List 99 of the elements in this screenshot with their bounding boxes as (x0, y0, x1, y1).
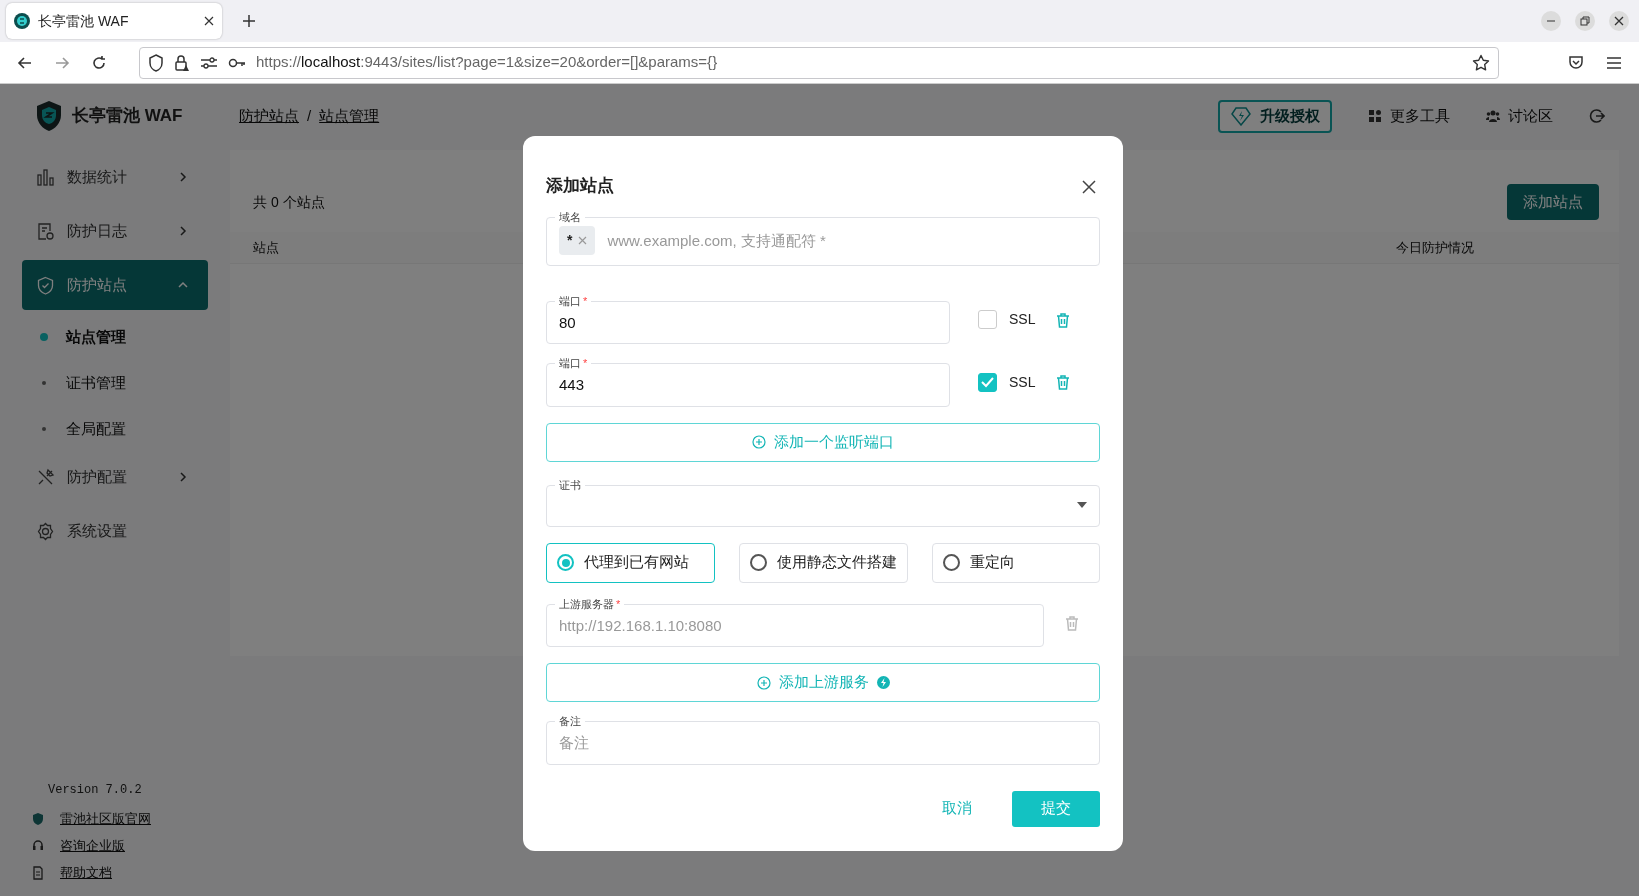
checkbox-label: SSL (1009, 310, 1036, 330)
url-text[interactable]: https://localhost:9443/sites/list?page=1&size=20&order=[]&params={} (256, 51, 1462, 74)
menu-icon (1606, 55, 1622, 70)
checkbox-label: SSL (1009, 372, 1036, 392)
radio-option[interactable]: 代理到已有网站 (546, 542, 715, 583)
browser-tab[interactable]: 长亭雷池 WAF (6, 3, 222, 39)
radio-option[interactable]: 重定向 (931, 542, 1100, 583)
grid-icon (1368, 109, 1382, 123)
add-upstream-button[interactable]: 添加上游服务 (546, 663, 1100, 702)
radio-icon (749, 554, 767, 571)
field-label: 域名 (558, 212, 582, 223)
submenu-item[interactable]: 证书管理 (22, 360, 208, 406)
domain-input[interactable]: www.example.com, 支持通配符 * (607, 225, 1087, 256)
field-label: 备注 (558, 716, 582, 727)
close-icon (1082, 179, 1096, 194)
version-text: Version 7.0.2 (47, 782, 143, 799)
submenu-item[interactable]: 站点管理 (22, 314, 208, 360)
lock-icon (174, 53, 190, 72)
field-label: 证书 (558, 479, 582, 491)
checkbox[interactable] (978, 372, 997, 392)
column-header: 今日防护情况 (1396, 238, 1475, 257)
dialog-title: 添加站点 (546, 175, 615, 197)
close-icon (1614, 16, 1624, 26)
radio-icon (557, 554, 574, 571)
upgrade-button[interactable]: 升级授权 (1218, 99, 1332, 133)
document-icon (36, 221, 55, 241)
shield-icon (148, 53, 164, 72)
plus-circle-icon (756, 675, 771, 690)
bullet-icon (42, 427, 46, 431)
cancel-button[interactable]: 取消 (922, 797, 992, 820)
gear-icon (36, 521, 55, 541)
people-icon (1486, 109, 1500, 123)
field-label: 端口 * (558, 295, 589, 307)
breadcrumb-separator: / (307, 105, 312, 126)
shield-icon (32, 811, 44, 826)
remark-field[interactable]: 备注 备注 (546, 716, 1100, 765)
add-site-button[interactable]: 添加站点 (1507, 184, 1599, 220)
restore-icon (1580, 16, 1590, 26)
star-icon[interactable] (1472, 53, 1490, 72)
radio-option[interactable]: 使用静态文件搭建 (738, 542, 908, 583)
trash-icon (1055, 311, 1072, 328)
bolt-badge-icon (876, 676, 890, 689)
bullet-icon (42, 381, 46, 385)
submenu-item[interactable]: 全局配置 (22, 406, 208, 452)
header-link[interactable]: 讨论区 (1472, 104, 1567, 128)
header-link[interactable]: 更多工具 (1354, 104, 1464, 128)
check-icon (981, 376, 994, 388)
plus-circle-icon (752, 435, 766, 449)
certificate-select[interactable]: 证书 (546, 479, 1100, 527)
sidebar-item[interactable]: 防护配置 (22, 452, 208, 502)
radio-icon (942, 554, 960, 571)
headset-icon (32, 838, 44, 853)
trash-icon (1055, 374, 1072, 391)
shield-logo-icon (36, 100, 62, 132)
diamond-bolt-icon (1230, 106, 1252, 126)
remark-input[interactable]: 备注 (559, 727, 1087, 758)
field-label: 端口 * (558, 358, 589, 369)
site-count: 共 0 个站点 (253, 192, 325, 212)
column-header: 站点 (253, 238, 279, 257)
brand-name: 长亭雷池 WAF (72, 105, 183, 128)
port-field[interactable]: 端口 * 443 (546, 358, 950, 407)
port-input[interactable]: 443 (559, 369, 937, 400)
add-port-button[interactable]: 添加一个监听端口 (546, 422, 1100, 462)
footer-link[interactable]: 咨询企业版 (32, 832, 208, 859)
sliders-icon (200, 55, 218, 70)
port-input[interactable]: 80 (559, 306, 937, 337)
sidebar-item[interactable]: 系统设置 (22, 506, 208, 556)
close-window-button[interactable] (1609, 11, 1629, 31)
reload-icon (90, 53, 108, 72)
sidebar-item[interactable]: 数据统计 (22, 152, 208, 202)
upstream-field[interactable]: 上游服务器 * http://192.168.1.10:8080 (546, 598, 1044, 647)
shield-check-icon (36, 275, 55, 295)
trash-icon (1064, 614, 1080, 631)
logout-icon (1589, 108, 1605, 124)
caret-down-icon (1077, 502, 1087, 508)
domain-field[interactable]: 域名 * www.example.com, 支持通配符 * (546, 212, 1100, 266)
document-icon (32, 865, 44, 880)
plus-icon (242, 14, 256, 28)
breadcrumb-link[interactable]: 防护站点 (239, 104, 299, 128)
breadcrumb-link[interactable]: 站点管理 (319, 104, 380, 128)
tools-icon (36, 467, 55, 487)
port-field[interactable]: 端口 * 80 (546, 295, 950, 344)
restore-button[interactable] (1575, 11, 1595, 31)
checkbox[interactable] (978, 310, 997, 330)
field-label: 上游服务器 * (558, 598, 622, 610)
favicon-icon (14, 13, 30, 29)
sidebar-item[interactable]: 防护站点 (22, 260, 208, 310)
bullet-icon (40, 333, 48, 341)
sidebar-item[interactable]: 防护日志 (22, 206, 208, 256)
key-icon (228, 56, 246, 69)
minimize-button[interactable] (1541, 11, 1561, 31)
footer-link[interactable]: 帮助文档 (32, 859, 208, 886)
domain-tag[interactable]: * (559, 225, 596, 255)
pocket-icon (1568, 54, 1584, 71)
bar-chart-icon (36, 167, 55, 187)
close-icon[interactable] (204, 16, 214, 26)
footer-link[interactable]: 雷池社区版官网 (32, 805, 208, 832)
upstream-input[interactable]: http://192.168.1.10:8080 (559, 609, 1031, 640)
address-bar[interactable]: https://localhost:9443/sites/list?page=1&size=20&order=[]&params={} (139, 46, 1499, 79)
